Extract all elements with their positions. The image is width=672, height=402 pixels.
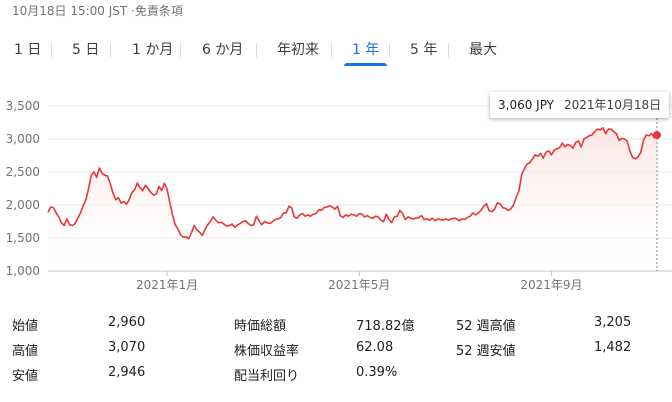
stat-value-high: 3,070	[108, 340, 146, 355]
stat-value-52w-high: 3,205	[594, 315, 632, 330]
y-tick-label: 2,000	[6, 198, 40, 212]
price-chart[interactable]: 1,000 1,500 2,000 2,500 3,000 3,500 2021年1月 202…	[0, 0, 672, 300]
stat-label-open: 始値	[12, 319, 39, 334]
stat-label-high: 高値	[12, 344, 39, 359]
stat-label-low: 安値	[12, 369, 39, 384]
stat-label-52w-high: 52 週高値	[456, 319, 516, 334]
stat-label-dividend: 配当利回り	[234, 369, 300, 384]
stat-label-market-cap: 時価総額	[234, 319, 287, 334]
y-tick-label: 3,500	[6, 99, 40, 113]
stat-label-52w-low: 52 週安値	[456, 344, 516, 359]
y-tick-label: 2,500	[6, 165, 40, 179]
tooltip-price: 3,060 JPY	[498, 98, 555, 112]
tooltip-date: 2021年10月18日	[564, 98, 662, 112]
price-area	[48, 127, 657, 271]
stat-value-dividend: 0.39%	[356, 365, 398, 380]
current-point	[653, 131, 661, 140]
stat-value-pe: 62.08	[356, 340, 394, 355]
price-tooltip: 3,060 JPY 2021年10月18日	[490, 92, 670, 118]
x-tick-label: 2021年1月	[136, 278, 198, 292]
x-tick-label: 2021年9月	[520, 278, 582, 292]
stat-value-52w-low: 1,482	[594, 340, 632, 355]
y-tick-label: 1,000	[6, 264, 40, 278]
y-tick-label: 1,500	[6, 231, 40, 245]
stat-value-open: 2,960	[108, 315, 146, 330]
stat-label-pe: 株価収益率	[234, 344, 300, 359]
y-tick-label: 3,000	[6, 132, 40, 146]
stat-value-low: 2,946	[108, 365, 146, 380]
x-tick-label: 2021年5月	[328, 278, 390, 292]
stat-value-market-cap: 718.82億	[356, 319, 415, 334]
